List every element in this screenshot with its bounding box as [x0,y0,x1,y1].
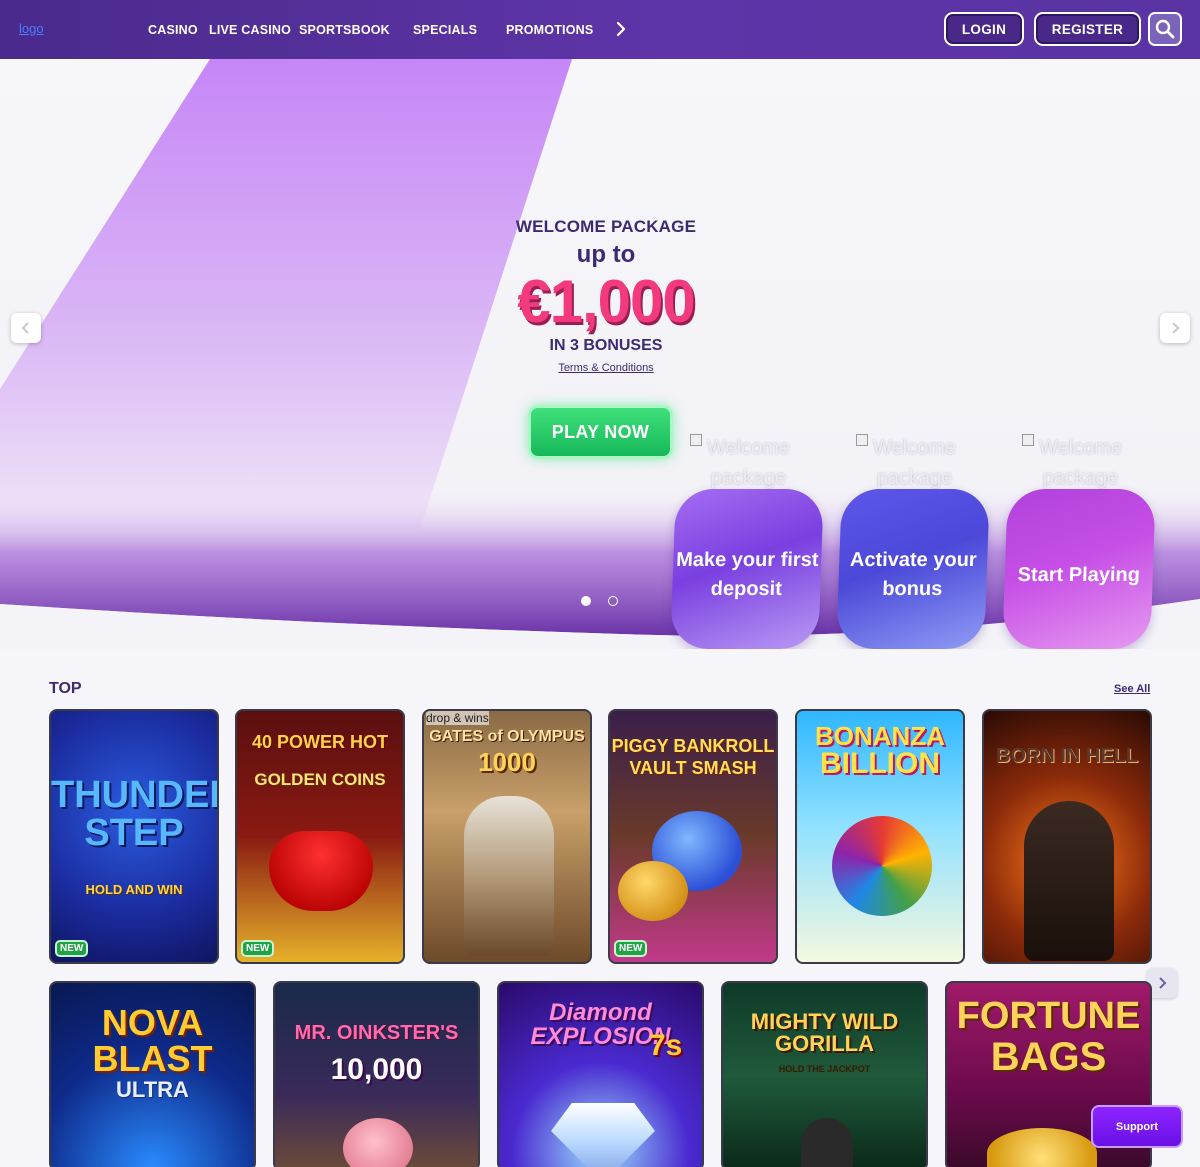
chevron-left-icon [21,322,29,334]
game-subtitle: BAGS [990,1035,1107,1079]
broken-image-alt: drop & wins [426,711,489,725]
nav-sportsbook[interactable]: SPORTSBOOK [299,23,390,37]
gold-coins-image [987,1128,1097,1167]
game-title: FORTUNE [956,995,1141,1037]
game-tile-gates-of-olympus[interactable]: drop & wins GATES of OLYMPUS 1000 [422,709,592,964]
search-icon [1155,19,1175,39]
nav-casino[interactable]: CASINO [148,23,198,37]
see-all-link[interactable]: See All [1114,683,1150,695]
pot-image [269,831,373,911]
gold-pig-image [618,861,688,921]
chevron-right-icon [1172,322,1180,334]
game-title: BORN IN HELL [995,745,1139,767]
game-tile-mr-oinksters[interactable]: MR. OINKSTER'S 10,000 [273,981,480,1167]
game-tile-nova-blast[interactable]: NOVA BLAST ULTRA [49,981,256,1167]
game-subtitle: GOLDEN COINS [254,770,386,789]
promo-amount: €1,000 [517,268,696,335]
zeus-image [464,796,554,956]
game-title: GATES of OLYMPUS [429,728,585,745]
support-button[interactable]: Support [1091,1105,1183,1148]
game-tile-piggy-bankroll[interactable]: PIGGY BANKROLL VAULT SMASH NEW [608,709,778,964]
promo-title: WELCOME PACKAGE [515,217,697,236]
nav-promotions[interactable]: PROMOTIONS [506,23,593,37]
gorilla-image [801,1118,853,1167]
step-image-alt: Welcome package [707,437,790,489]
carousel-prev-button[interactable] [11,313,41,343]
game-tile-mighty-wild-gorilla[interactable]: MIGHTY WILD GORILLA HOLD THE JACKPOT [721,981,928,1167]
nav-live-casino[interactable]: LIVE CASINO [209,23,291,37]
register-button[interactable]: REGISTER [1034,12,1141,46]
carousel-next-button[interactable] [1160,313,1190,343]
step-activate-bonus: Activate your bonus [836,489,990,649]
demon-image [1024,801,1114,961]
step-image-alt: Welcome package [1039,437,1122,489]
carousel-dot-1[interactable] [581,596,591,606]
game-subtitle: BILLION [820,747,940,780]
chevron-right-icon[interactable] [612,18,630,40]
site-logo[interactable]: logo [19,21,44,36]
game-subtitle: VAULT SMASH [629,758,757,778]
promo-up-to: up to [576,241,636,268]
pig-image [343,1118,413,1167]
game-subtitle: 1000 [478,747,536,777]
game-title: NOVA BLAST [92,1002,213,1079]
game-tile-born-in-hell[interactable]: BORN IN HELL [982,709,1152,964]
chevron-right-icon [1159,977,1167,989]
step-start-playing: Start Playing [1002,489,1156,649]
step-make-deposit: Make your first deposit [670,489,824,649]
game-title: 40 POWER HOT [251,732,389,752]
play-now-button[interactable]: PLAY NOW [528,405,673,459]
game-tile-thunder-step[interactable]: THUNDER STEP HOLD AND WIN NEW [49,709,219,964]
game-subtitle: ULTRA [116,1077,189,1102]
top-navigation-bar: logo CASINO LIVE CASINO SPORTSBOOK SPECI… [0,0,1200,59]
game-tile-40-power-hot[interactable]: 40 POWER HOT GOLDEN COINS NEW [235,709,405,964]
new-badge: NEW [55,940,89,957]
step-image-alt: Welcome package [873,437,956,489]
candy-wheel-image [832,816,932,916]
game-subtitle: HOLD AND WIN [85,882,183,897]
search-button[interactable] [1148,12,1182,46]
game-title: BONANZA [815,721,945,751]
game-title: PIGGY BANKROLL [611,736,775,756]
promo-bonuses: IN 3 BONUSES [549,337,663,354]
section-title-top: TOP [49,680,82,697]
game-title: THUNDER STEP [51,774,219,854]
game-title: MIGHTY WILD GORILLA [750,1009,899,1056]
carousel-dots [581,596,618,606]
game-subtitle: HOLD THE JACKPOT [778,1064,871,1074]
diamond-image [551,1103,655,1167]
nav-specials[interactable]: SPECIALS [413,23,477,37]
new-badge: NEW [614,940,648,957]
game-tile-bonanza-billion[interactable]: BONANZA BILLION [795,709,965,964]
game-title: MR. OINKSTER'S [294,1022,459,1044]
new-badge: NEW [241,940,275,957]
terms-link[interactable]: Terms & Conditions [480,362,732,374]
hero-banner: WELCOME PACKAGE up to €1,000 IN 3 BONUSE… [0,59,1200,649]
game-subtitle: 7s [649,1029,683,1062]
carousel-dot-2[interactable] [608,596,618,606]
login-button[interactable]: LOGIN [944,12,1024,46]
game-tile-diamond-explosion[interactable]: Diamond EXPLOSION 7s [497,981,704,1167]
game-subtitle: 10,000 [330,1053,423,1086]
welcome-promo: WELCOME PACKAGE up to €1,000 IN 3 BONUSE… [480,217,732,374]
